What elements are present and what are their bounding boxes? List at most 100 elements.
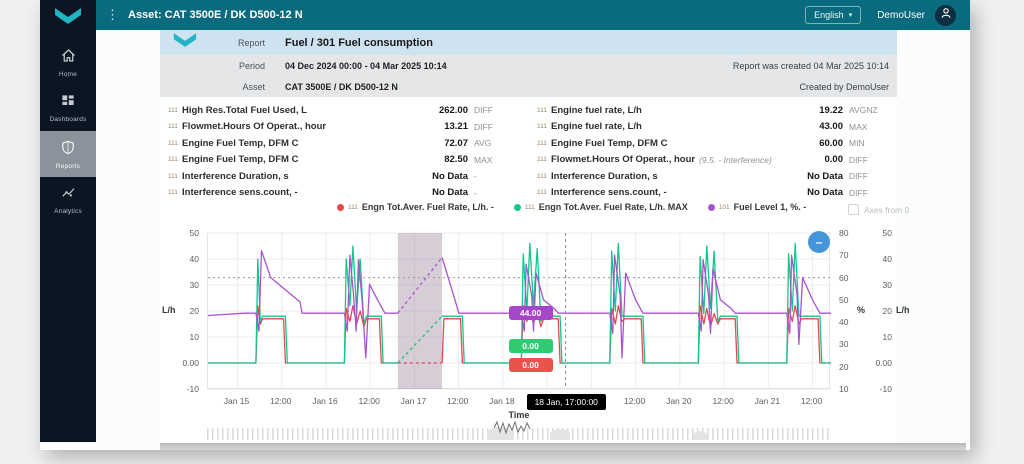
sidebar-item-reports[interactable]: Reports <box>40 131 96 177</box>
parameter-id: 111 <box>168 156 178 163</box>
series-line <box>442 306 831 363</box>
stats-left-column: 111High Res.Total Fuel Used, L262.00DIFF… <box>168 102 514 201</box>
x-axis-tick: Jan 19 <box>568 396 612 406</box>
parameter-id: 111 <box>537 173 547 180</box>
parameter-aggregation: MAX <box>849 122 889 132</box>
x-axis-tick: 12:00 <box>436 396 480 406</box>
parameter-label: Engine Fuel Temp, DFM C <box>551 138 667 149</box>
legend-dot-icon <box>337 204 344 211</box>
right-lh-axis-tick: 10 <box>866 332 892 342</box>
parameter-label: Interference Duration, s <box>182 171 289 182</box>
person-icon <box>939 6 953 25</box>
legend-label: Engn Tot.Aver. Fuel Rate, L/h. - <box>362 202 494 212</box>
right-lh-axis-tick: 50 <box>866 228 892 238</box>
left-axis-title: L/h <box>162 305 176 315</box>
axes-from-zero-checkbox[interactable]: Axes from 0 <box>848 204 909 215</box>
analytics-icon <box>60 185 77 206</box>
series-line <box>442 243 831 363</box>
right-lh-axis-tick: 20 <box>866 306 892 316</box>
language-dropdown[interactable]: English ▾ <box>805 6 861 24</box>
chart-zoom-out-button[interactable]: – <box>808 231 830 253</box>
parameter-value: No Data <box>807 171 843 182</box>
kebab-menu-icon[interactable]: ⋮ <box>106 10 116 20</box>
parameter-aggregation: MIN <box>849 138 889 148</box>
chevron-down-icon: ▾ <box>849 11 853 19</box>
right-pct-axis-tick: 30 <box>839 339 848 349</box>
report-meta: Period 04 Dec 2024 00:00 - 04 Mar 2025 1… <box>160 55 897 97</box>
right-lh-axis-tick: -10 <box>866 384 892 394</box>
parameter-id: 111 <box>537 156 547 163</box>
report-header-row: Report Fuel / 301 Fuel consumption <box>160 30 897 55</box>
sidebar-item-label: Analytics <box>54 208 82 215</box>
asset-label: Asset <box>200 82 265 92</box>
x-axis-tick: 12:00 <box>613 396 657 406</box>
left-axis-tick: -10 <box>169 384 199 394</box>
period-value: 04 Dec 2024 00:00 - 04 Mar 2025 10:14 <box>285 61 447 71</box>
plot-area[interactable] <box>207 233 830 389</box>
parameter-id: 111 <box>168 173 178 180</box>
parameter-label: Interference sens.count, - <box>182 187 298 198</box>
parameter-aggregation: AVG <box>474 138 514 148</box>
period-label: Period <box>200 61 265 71</box>
x-axis-tick: 12:00 <box>347 396 391 406</box>
parameter-value: 43.00 <box>819 121 843 132</box>
range-selector[interactable] <box>207 424 830 440</box>
sidebar-item-analytics[interactable]: Analytics <box>40 177 96 223</box>
left-axis-tick: 50 <box>169 228 199 238</box>
right-pct-axis-title: % <box>857 305 865 315</box>
left-axis-tick: 0.00 <box>169 358 199 368</box>
x-axis-tick: 12:00 <box>524 396 568 406</box>
content-area: Report Fuel / 301 Fuel consumption Perio… <box>96 30 970 442</box>
x-axis-title: Time <box>509 410 530 420</box>
left-axis-tick: 40 <box>169 254 199 264</box>
legend-item[interactable]: 111Engn Tot.Aver. Fuel Rate, L/h. - <box>337 202 494 212</box>
parameter-id: 111 <box>168 123 178 130</box>
parameter-aggregation: MAX <box>474 155 514 165</box>
parameter-id: 111 <box>537 107 547 114</box>
parameter-label: Flowmet.Hours Of Operat., hour <box>551 154 695 165</box>
chevron-logo-icon <box>54 8 82 25</box>
legend-label: Engn Tot.Aver. Fuel Rate, L/h. MAX <box>539 202 688 212</box>
no-data-band <box>398 233 442 389</box>
report-label: Report <box>200 38 265 48</box>
parameter-aggregation: DIFF <box>849 171 889 181</box>
parameter-aggregation: DIFF <box>474 122 514 132</box>
minimap-blob <box>693 431 707 440</box>
sidebar-item-dashboards[interactable]: Dashboards <box>40 85 96 131</box>
horizontal-scrollbar[interactable] <box>160 443 966 450</box>
parameter-value: 60.00 <box>819 138 843 149</box>
left-axis-tick: 30 <box>169 280 199 290</box>
right-lh-axis-tick: 40 <box>866 254 892 264</box>
stat-row: 111Engine Fuel Temp, DFM C72.07AVG <box>168 135 514 152</box>
checkbox-icon <box>848 204 859 215</box>
asset-value: CAT 3500E / DK D500-12 N <box>285 82 398 92</box>
parameter-label: Interference sens.count, - <box>551 187 667 198</box>
user-avatar[interactable] <box>935 5 956 26</box>
legend-dot-icon <box>708 204 715 211</box>
series-line <box>398 258 442 314</box>
right-lh-axis-title: L/h <box>896 305 910 315</box>
tooltip-time: 18 Jan, 17:00:00 <box>527 394 606 410</box>
sidebar-item-home[interactable]: Home <box>40 39 96 85</box>
asset-title: Asset: CAT 3500E / DK D500-12 N <box>128 9 303 21</box>
parameter-label: Interference Duration, s <box>551 171 658 182</box>
x-axis-tick: Jan 15 <box>214 396 258 406</box>
parameter-value: No Data <box>807 187 843 198</box>
stat-row: 111Engine fuel rate, L/h19.22AVGNZ <box>537 102 889 119</box>
series-line <box>208 246 398 363</box>
app-logo[interactable] <box>40 0 96 25</box>
legend-item[interactable]: 101Fuel Level 1, %. - <box>708 202 806 212</box>
tooltip-value-badge: 0.00 <box>509 358 553 372</box>
parameter-note: (9.5. - Interference) <box>699 155 772 165</box>
top-bar: ⋮ Asset: CAT 3500E / DK D500-12 N Englis… <box>96 0 970 30</box>
parameter-label: Engine fuel rate, L/h <box>551 105 642 116</box>
legend-item[interactable]: 111Engn Tot.Aver. Fuel Rate, L/h. MAX <box>514 202 688 212</box>
x-axis-tick: 12:00 <box>701 396 745 406</box>
parameter-value: 262.00 <box>439 105 468 116</box>
language-label: English <box>814 10 844 20</box>
right-pct-axis-tick: 10 <box>839 384 848 394</box>
series-line <box>208 251 398 358</box>
x-axis-tick: Jan 18 <box>480 396 524 406</box>
minimap-squiggle-icon <box>494 420 532 440</box>
parameter-label: Engine Fuel Temp, DFM C <box>182 154 298 165</box>
